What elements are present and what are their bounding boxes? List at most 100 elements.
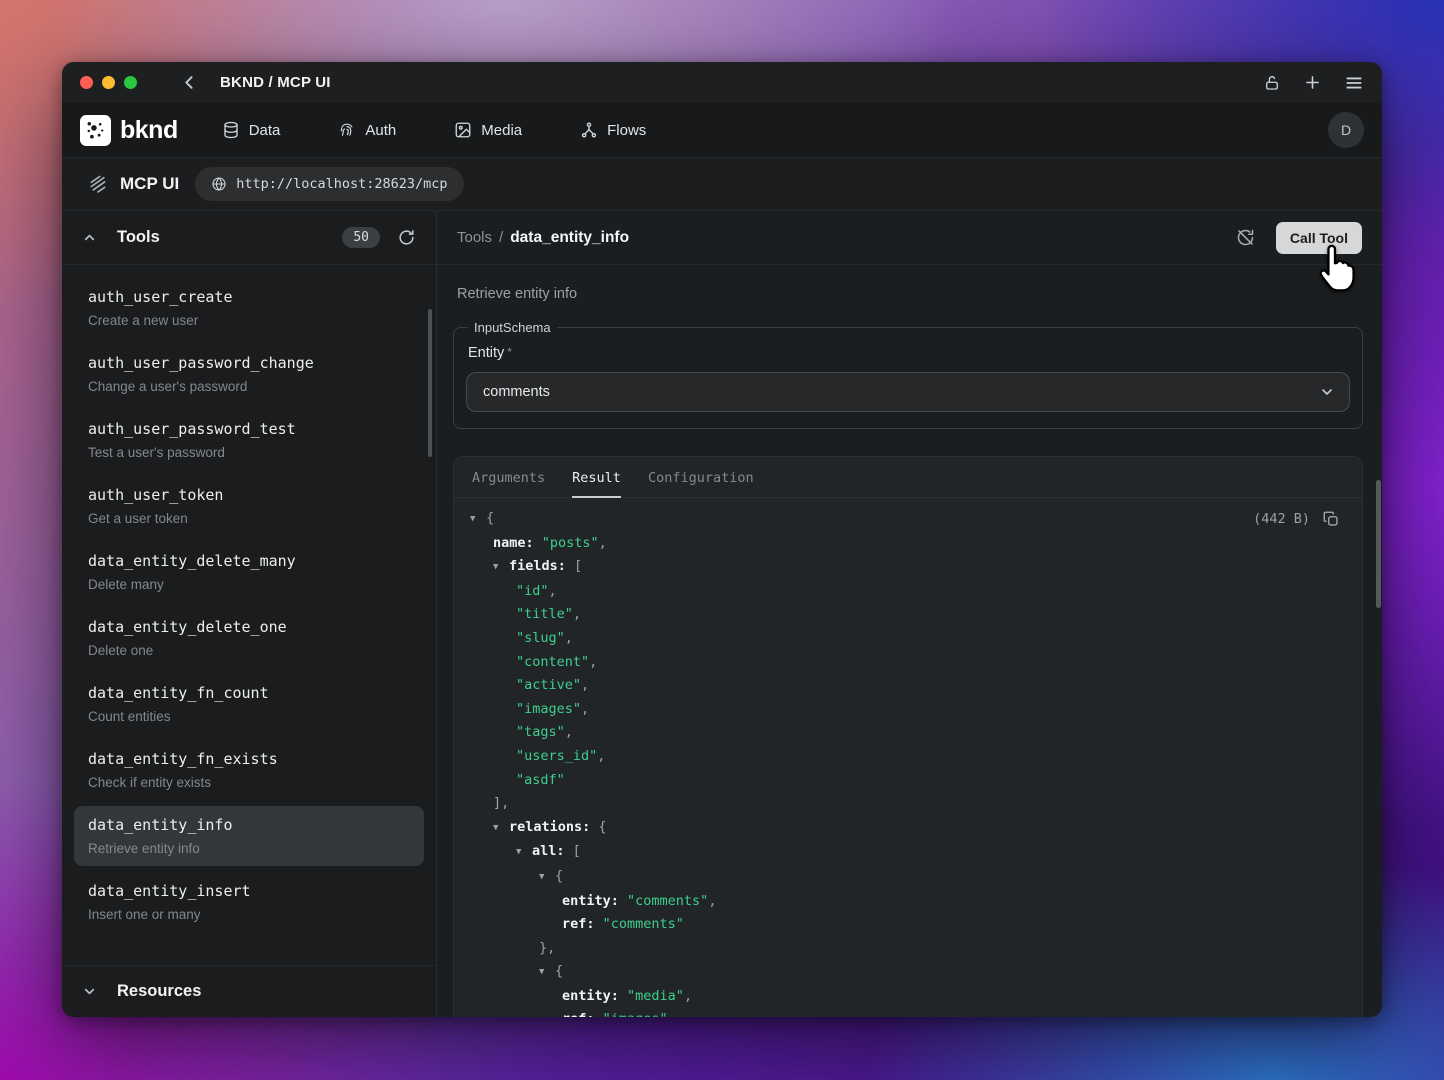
json-segment: , [597,748,605,764]
breadcrumb-tool: data_entity_info [510,229,629,246]
tool-desc: Insert one or many [88,907,410,922]
required-marker: * [507,345,512,359]
input-schema-legend: InputSchema [468,320,557,335]
json-line: "content", [470,651,1362,675]
tool-desc: Delete many [88,577,410,592]
resources-section-header[interactable]: Resources [62,965,436,1017]
nav-item-auth[interactable]: Auth [338,121,396,139]
json-line: ▼{ [470,507,1362,532]
json-line: ], [470,792,1362,816]
server-url: http://localhost:28623/mcp [236,176,447,192]
json-segment: "images" [595,1011,668,1017]
maximize-window-button[interactable] [124,76,137,89]
tool-list: auth_user_create Create a new user auth_… [62,265,436,965]
bknd-logo-icon [80,115,111,146]
collapse-arrow-icon[interactable]: ▼ [493,817,509,841]
tool-desc: Test a user's password [88,445,410,460]
fingerprint-icon [338,121,356,139]
tab-configuration[interactable]: Configuration [648,457,754,498]
json-segment: "id" [516,583,549,599]
tool-name: data_entity_delete_one [88,618,410,636]
json-tree: ▼{name: "posts",▼fields: ["id","title","… [470,507,1362,1017]
chevron-down-icon [1319,384,1335,400]
breadcrumb-section[interactable]: Tools [457,229,492,246]
json-segment: , [565,724,573,740]
tool-item[interactable]: data_entity_insert Insert one or many [74,872,424,932]
entity-select[interactable]: comments [466,372,1350,412]
main-header: Tools / data_entity_info Call Tool [437,211,1382,265]
sidebar: Tools 50 auth_user_create Create a new u… [62,211,437,1017]
tool-item[interactable]: auth_user_password_test Test a user's pa… [74,410,424,470]
tool-item[interactable]: auth_user_token Get a user token [74,476,424,536]
collapse-arrow-icon[interactable]: ▼ [470,508,486,532]
json-line: ▼relations: { [470,816,1362,841]
tab-arguments[interactable]: Arguments [472,457,545,498]
workflow-icon [580,121,598,139]
json-segment: relations: [509,819,590,835]
tool-name: data_entity_insert [88,882,410,900]
tools-count-badge: 50 [342,227,380,248]
tool-item[interactable]: data_entity_delete_one Delete one [74,608,424,668]
tool-name: data_entity_fn_count [88,684,410,702]
back-button[interactable] [181,74,198,91]
brand[interactable]: bknd [80,115,178,146]
auto-run-off-button[interactable] [1235,227,1256,248]
window-scrollbar[interactable] [1376,480,1381,608]
collapse-arrow-icon[interactable]: ▼ [539,961,555,985]
tool-item[interactable]: auth_user_create Create a new user [74,278,424,338]
copy-result-button[interactable] [1322,510,1340,528]
avatar[interactable]: D [1328,112,1364,148]
tool-item[interactable]: data_entity_delete_many Delete many [74,542,424,602]
entity-field-label: Entity* [468,345,1348,361]
json-line: ▼{ [470,960,1362,985]
refresh-tools-button[interactable] [397,228,416,247]
json-segment: fields: [509,558,566,574]
breadcrumb-separator: / [499,229,503,246]
json-segment: "comments" [619,893,708,909]
nav-item-media[interactable]: Media [454,121,522,139]
breadcrumb: Tools / data_entity_info [457,229,629,247]
menu-icon[interactable] [1344,73,1364,93]
call-tool-button[interactable]: Call Tool [1276,222,1362,254]
tool-name: data_entity_info [88,816,410,834]
collapse-arrow-icon[interactable]: ▼ [539,866,555,890]
tool-desc: Count entities [88,709,410,724]
minimize-window-button[interactable] [102,76,115,89]
tool-item[interactable]: data_entity_fn_count Count entities [74,674,424,734]
tool-desc: Check if entity exists [88,775,410,790]
tab-result[interactable]: Result [572,457,621,498]
server-url-pill[interactable]: http://localhost:28623/mcp [195,167,463,201]
json-segment: , [581,701,589,717]
json-segment: all: [532,843,565,859]
lock-open-icon[interactable] [1263,74,1281,92]
json-segment: }, [539,940,555,956]
tool-name: auth_user_create [88,288,410,306]
json-segment: "comments" [595,916,684,932]
tool-item[interactable]: data_entity_fn_exists Check if entity ex… [74,740,424,800]
close-window-button[interactable] [80,76,93,89]
json-line: entity: "media", [470,985,1362,1009]
input-schema-fieldset: InputSchema Entity* comments [453,320,1363,429]
collapse-arrow-icon[interactable]: ▼ [493,556,509,580]
json-line: entity: "comments", [470,890,1362,914]
subheader-title: MCP UI [120,174,179,194]
tool-item-selected[interactable]: data_entity_info Retrieve entity info [74,806,424,866]
new-tab-icon[interactable] [1303,73,1322,92]
json-segment: "users_id" [516,748,597,764]
nav-item-data[interactable]: Data [222,121,281,139]
sidebar-scrollbar[interactable] [428,309,432,457]
brand-name: bknd [120,116,178,145]
tool-name: auth_user_token [88,486,410,504]
nav-item-flows[interactable]: Flows [580,121,646,139]
tool-item[interactable]: auth_user_password_change Change a user'… [74,344,424,404]
main-panel: Tools/data_entity_info Call Tool Retriev… [437,211,1382,1017]
collapse-arrow-icon[interactable]: ▼ [516,841,532,865]
tools-section-header[interactable]: Tools 50 [62,211,436,265]
json-segment: entity: [562,988,619,1004]
json-segment: entity: [562,893,619,909]
app-header: bknd Data Auth Media Flows D [62,103,1382,158]
result-size-label: (442 B) [1253,511,1310,527]
json-line: name: "posts", [470,532,1362,556]
nav-label-media: Media [481,122,522,139]
json-segment: , [565,630,573,646]
